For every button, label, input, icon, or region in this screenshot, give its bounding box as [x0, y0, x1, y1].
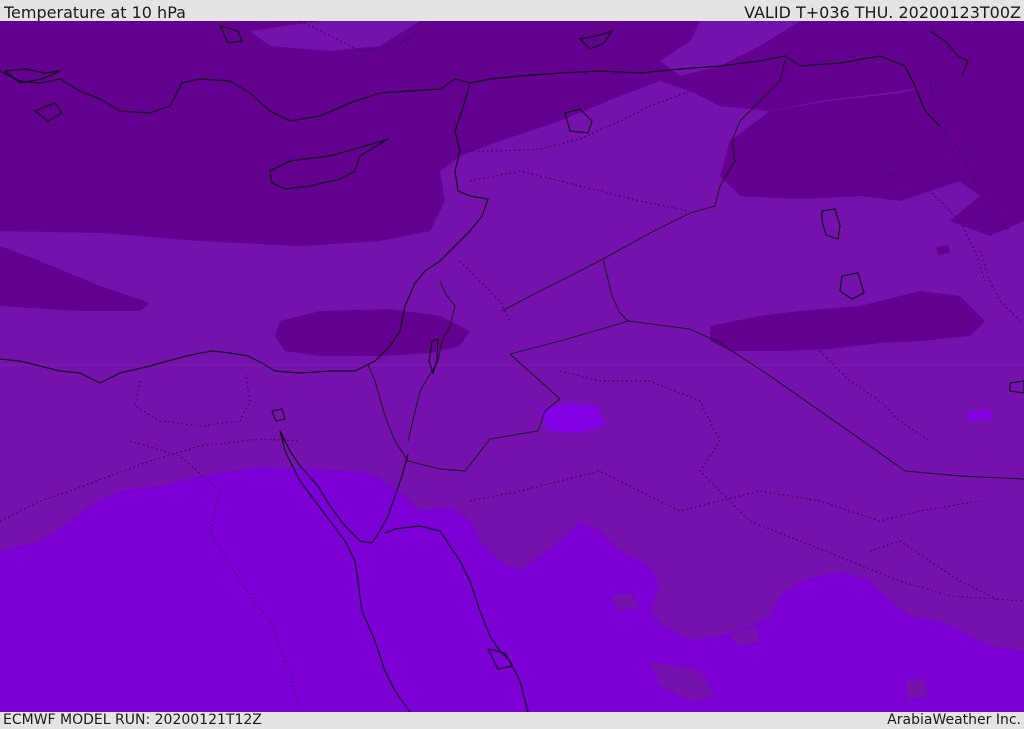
header-bar: Temperature at 10 hPa VALID T+036 THU. 2… [0, 0, 1024, 22]
temperature-map [0, 21, 1024, 712]
temperature-pocket-mid-4 [905, 679, 928, 699]
footer-bar: ECMWF MODEL RUN: 20200121T12Z ArabiaWeat… [0, 712, 1024, 729]
valid-time: VALID T+036 THU. 20200123T00Z [744, 3, 1021, 22]
model-run-label: ECMWF MODEL RUN: 20200121T12Z [3, 712, 262, 728]
credit-label: ArabiaWeather Inc. [887, 712, 1021, 728]
map-title: Temperature at 10 hPa [4, 3, 186, 22]
map-canvas [0, 21, 1024, 712]
